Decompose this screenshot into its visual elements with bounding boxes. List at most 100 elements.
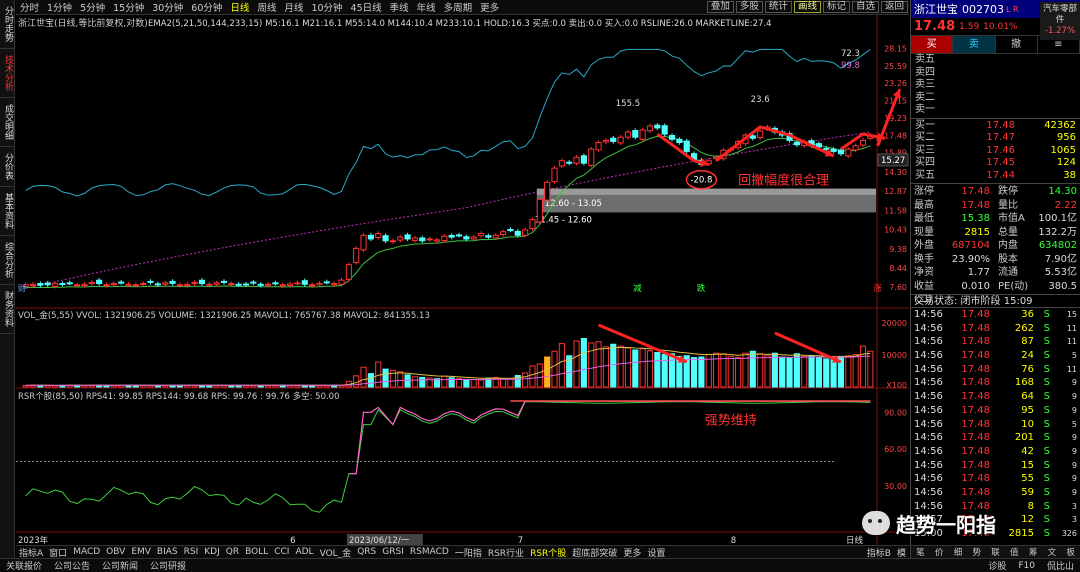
toolbar-button[interactable]: 返回 [880, 1, 908, 13]
indicator-tab[interactable]: RSI [181, 547, 202, 557]
tick-count: 9 [1071, 474, 1077, 484]
indicator-tab[interactable]: ADL [292, 547, 316, 557]
candle-body [110, 283, 117, 286]
quote-footer-tab[interactable]: 值 [1005, 546, 1024, 558]
indicator-tab[interactable]: RSR行业 [485, 546, 527, 559]
period-tab[interactable]: 日线 [226, 0, 253, 14]
toolbar-button[interactable]: 自选 [851, 1, 879, 13]
period-tab[interactable]: 10分钟 [307, 0, 346, 14]
quote-footer-tab[interactable]: 笔 [911, 546, 930, 558]
period-tab[interactable]: 15分钟 [109, 0, 148, 14]
toolbar-button[interactable]: 画线 [793, 1, 821, 13]
sell-button[interactable]: 卖 [953, 36, 996, 53]
status-link[interactable]: 公司新闻 [96, 559, 144, 572]
status-right-link[interactable]: 诊股 [982, 559, 1012, 572]
indicator-tab[interactable]: CCI [271, 547, 292, 557]
indicator-tab[interactable]: 设置 [644, 546, 668, 559]
indicator-tab[interactable]: VOL_金 [317, 546, 355, 559]
side-tab[interactable]: 综合分析 [0, 236, 15, 285]
volume-bar [602, 346, 609, 388]
tick-volume: 15 [1021, 459, 1034, 471]
side-tab[interactable]: 基本资料 [0, 187, 15, 236]
indicator-tab[interactable]: KDJ [201, 547, 223, 557]
quote-footer-tab[interactable]: 文 [1042, 546, 1061, 558]
quote-footer-tab[interactable]: 筹 [1024, 546, 1043, 558]
volume-bar [852, 353, 859, 388]
quote-footer-tab[interactable]: 细 [949, 546, 968, 558]
status-right-link[interactable]: 侃比山 [1041, 559, 1080, 572]
indicator-tab[interactable]: OBV [103, 547, 128, 557]
side-tab[interactable]: 分时走势 [0, 0, 15, 49]
order-volume [1015, 92, 1076, 105]
indicator-tab[interactable]: 窗口 [46, 546, 70, 559]
toolbar-button[interactable]: 统计 [764, 1, 792, 13]
indicator-tab[interactable]: BOLL [242, 547, 271, 557]
industry-box[interactable]: 汽车零部件 -1.27% [1040, 2, 1080, 40]
indicator-tab[interactable]: MACD [70, 547, 103, 557]
price-tick: 25.59 [884, 62, 907, 71]
quote-value: 2815 [964, 226, 990, 238]
status-link[interactable]: 公司公告 [48, 559, 96, 572]
cancel-button[interactable]: 撤 [996, 36, 1038, 53]
tick-volume: 24 [1021, 350, 1034, 362]
volume-bar [536, 363, 543, 388]
candle-body [176, 284, 183, 287]
period-tab[interactable]: 更多 [476, 0, 503, 14]
tick-volume: 95 [1021, 404, 1034, 416]
tick-row: 14:56 17.48 36 S 15 [911, 308, 1080, 322]
indicator-tab[interactable]: 超底部突破 [569, 546, 620, 559]
indicator-tab[interactable]: QR [223, 547, 242, 557]
period-tab[interactable]: 多周期 [440, 0, 477, 14]
period-tab[interactable]: 5分钟 [76, 0, 109, 14]
period-tab[interactable]: 月线 [280, 0, 307, 14]
volume-tick: X100 [886, 381, 907, 390]
indicator-tab[interactable]: 一阳指 [452, 546, 485, 559]
indicator-tab[interactable]: GRSI [379, 547, 407, 557]
indicator-tab[interactable]: EMV [128, 547, 154, 557]
period-tab[interactable]: 1分钟 [43, 0, 76, 14]
current-price-label: 15.27 [881, 156, 905, 166]
indicator-tab[interactable]: 指标A [16, 546, 46, 559]
quote-footer-tab[interactable]: 板 [1061, 546, 1080, 558]
quote-footer-tab[interactable]: 价 [930, 546, 949, 558]
last-price: 17.48 [914, 19, 956, 34]
candle-body [154, 283, 161, 286]
period-tab[interactable]: 60分钟 [187, 0, 226, 14]
quote-footer-tab[interactable]: 联 [986, 546, 1005, 558]
status-right-link[interactable]: F10 [1012, 561, 1041, 571]
buy-button[interactable]: 买 [911, 36, 954, 53]
toolbar-button[interactable]: 多股 [735, 1, 763, 13]
order-row: 买四 17.45 124 [911, 157, 1080, 170]
side-tab[interactable]: 分价表 [0, 147, 15, 187]
indicator-tab[interactable]: QRS [354, 547, 379, 557]
quote-footer-tab[interactable]: 势 [967, 546, 986, 558]
period-tab[interactable]: 年线 [413, 0, 440, 14]
period-tab[interactable]: 45日线 [347, 0, 386, 14]
toolbar-button[interactable]: 标记 [822, 1, 850, 13]
indicator-b-tab[interactable]: 指标B [864, 546, 894, 559]
period-tab[interactable]: 30分钟 [148, 0, 187, 14]
candle-body [757, 130, 764, 139]
candle-body [66, 282, 73, 285]
status-link[interactable]: 公司研报 [144, 559, 192, 572]
toolbar-button[interactable]: 叠加 [706, 1, 734, 13]
indicator-tab[interactable]: BIAS [154, 547, 181, 557]
indicator-tab[interactable]: RSR个股 [527, 546, 569, 559]
period-tab[interactable]: 分时 [16, 0, 43, 14]
price-tick: 12.87 [884, 187, 907, 196]
rsr-tick: 60.00 [884, 445, 907, 454]
side-tab[interactable]: 财务资料 [0, 285, 15, 334]
side-tab[interactable]: 成交明细 [0, 98, 15, 147]
indicator-tab[interactable]: 更多 [620, 546, 644, 559]
status-link[interactable]: 关联报价 [0, 559, 48, 572]
volume-bar [793, 353, 800, 388]
side-tab[interactable]: 技术分析 [0, 49, 15, 98]
indicator-b-tab[interactable]: 模 [894, 546, 909, 559]
kline-chart[interactable]: 浙江世宝(日线,等比前复权,对数) EMA2(5,21,50,144,233,15… [16, 15, 909, 545]
period-tab[interactable]: 周线 [253, 0, 280, 14]
quote-key: 净资 [914, 267, 934, 278]
period-tab[interactable]: 季线 [386, 0, 413, 14]
chart-title: 浙江世宝(日线,等比前复权,对数) [18, 17, 148, 29]
indicator-tab[interactable]: RSMACD [407, 547, 452, 557]
order-row: 买一 17.48 42362 [911, 120, 1080, 133]
